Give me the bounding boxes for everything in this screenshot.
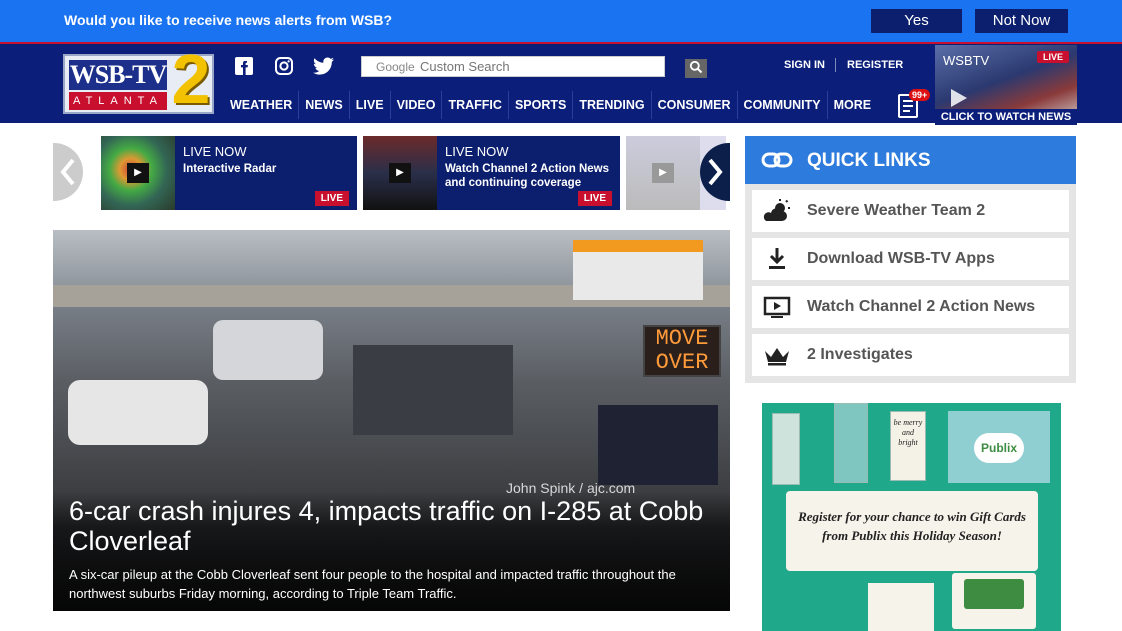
hero-headline[interactable]: 6-car crash injures 4, impacts traffic o… xyxy=(69,496,709,556)
crown-icon xyxy=(762,343,792,367)
register-link[interactable]: REGISTER xyxy=(847,59,903,71)
quick-link-label: Watch Channel 2 Action News xyxy=(807,298,1036,315)
nav-item-community[interactable]: COMMUNITY xyxy=(738,91,828,119)
live-badge: LIVE xyxy=(1036,51,1069,63)
nav-item-live[interactable]: LIVE xyxy=(350,91,391,119)
quick-links-title: QUICK LINKS xyxy=(807,150,931,171)
partial-thumbnail: ▶ xyxy=(626,136,700,210)
play-icon: ▶ xyxy=(127,163,149,183)
ad-headline-card: Register for your chance to win Gift Car… xyxy=(786,491,1038,571)
hero-photo-police-car xyxy=(598,405,718,485)
search-input[interactable] xyxy=(361,56,665,77)
ad-tag-text: be merry and bright xyxy=(893,418,923,447)
hero-story[interactable]: MOVE OVER John Spink / ajc.com 6-car cra… xyxy=(53,230,730,611)
nav-item-weather[interactable]: WEATHER xyxy=(224,91,300,119)
alert-not-now-button[interactable]: Not Now xyxy=(975,9,1068,33)
ad-gift-card xyxy=(952,573,1036,629)
carousel-item-watch-news[interactable]: ▶ LIVE NOW Watch Channel 2 Action News a… xyxy=(363,136,620,210)
publix-advertisement[interactable]: be merry and bright Publix Register for … xyxy=(762,403,1061,631)
weather-icon xyxy=(762,199,792,223)
quick-link-label: Severe Weather Team 2 xyxy=(807,202,986,219)
nav-item-consumer[interactable]: CONSUMER xyxy=(652,91,738,119)
quick-links-panel: QUICK LINKS Severe Weather Team 2 Downlo… xyxy=(745,136,1076,383)
nav-item-video[interactable]: VIDEO xyxy=(391,91,443,119)
play-icon: ▶ xyxy=(652,163,674,183)
ad-headline: Register for your chance to win Gift Car… xyxy=(798,509,1026,543)
nav-item-sports[interactable]: SPORTS xyxy=(509,91,574,119)
carousel-status: LIVE NOW xyxy=(445,144,509,159)
newsroom-thumbnail: ▶ xyxy=(363,136,437,210)
main-nav: WEATHER NEWS LIVE VIDEO TRAFFIC SPORTS T… xyxy=(224,91,877,119)
quick-link-severe-weather[interactable]: Severe Weather Team 2 xyxy=(752,190,1069,232)
quick-link-watch-news[interactable]: Watch Channel 2 Action News xyxy=(752,286,1069,328)
nav-item-more[interactable]: MORE xyxy=(828,91,878,119)
carousel-title: Interactive Radar xyxy=(183,163,277,175)
twitter-icon[interactable] xyxy=(313,56,335,78)
ad-ornament-tag xyxy=(834,403,868,483)
search-icon xyxy=(689,60,703,74)
carousel-status: LIVE NOW xyxy=(183,144,247,159)
live-promo-cta: CLICK TO WATCH NEWS xyxy=(935,109,1077,125)
quick-link-label: Download WSB-TV Apps xyxy=(807,250,995,267)
nav-item-traffic[interactable]: TRAFFIC xyxy=(442,91,509,119)
download-icon xyxy=(762,247,792,271)
instagram-icon[interactable] xyxy=(273,56,295,78)
carousel-title: Watch Channel 2 Action News and continui… xyxy=(445,163,610,189)
ad-merry-tag: be merry and bright xyxy=(890,411,926,481)
quick-link-2-investigates[interactable]: 2 Investigates xyxy=(752,334,1069,376)
hero-message-sign: MOVE OVER xyxy=(643,325,721,377)
quick-link-download-apps[interactable]: Download WSB-TV Apps xyxy=(752,238,1069,280)
sign-in-link[interactable]: SIGN IN xyxy=(784,59,825,71)
wsbtv-logo[interactable]: WSB-TV ATLANTA 2 xyxy=(63,44,214,114)
hero-photo-truck xyxy=(573,240,703,300)
divider xyxy=(835,58,836,72)
hero-photo-car xyxy=(213,320,323,380)
hero-summary: A six-car pileup at the Cobb Cloverleaf … xyxy=(69,567,676,601)
notification-count-badge: 99+ xyxy=(909,89,931,101)
nav-item-news[interactable]: NEWS xyxy=(299,91,350,119)
logo-wordmark: WSB-TV xyxy=(69,60,167,90)
quick-links-header: QUICK LINKS xyxy=(745,136,1076,184)
chevron-right-icon xyxy=(708,158,723,186)
live-badge: LIVE xyxy=(577,191,612,206)
play-icon xyxy=(951,89,967,107)
nav-item-trending[interactable]: TRENDING xyxy=(573,91,652,119)
logo-city: ATLANTA xyxy=(69,92,167,110)
logo-channel-number: 2 xyxy=(171,40,211,118)
ad-publix-tag: Publix xyxy=(948,411,1050,483)
alert-yes-button[interactable]: Yes xyxy=(871,9,962,33)
hero-photo-tow-truck xyxy=(353,345,513,435)
radar-thumbnail: ▶ xyxy=(101,136,175,210)
link-icon xyxy=(761,152,793,168)
live-badge: LIVE xyxy=(314,191,349,206)
play-screen-icon xyxy=(762,295,792,319)
play-icon: ▶ xyxy=(389,163,411,183)
carousel-item-radar[interactable]: ▶ LIVE NOW Interactive Radar LIVE xyxy=(101,136,357,210)
facebook-icon[interactable] xyxy=(233,56,255,78)
ad-ornament-tag xyxy=(772,413,800,485)
ad-mug-tag xyxy=(868,583,934,631)
gift-card-image xyxy=(964,579,1024,609)
watch-live-promo[interactable]: WSBTV LIVE CLICK TO WATCH NEWS xyxy=(935,45,1077,125)
news-alert-bar: Would you like to receive news alerts fr… xyxy=(0,0,1122,42)
publix-logo: Publix xyxy=(974,433,1024,463)
live-promo-brand: WSBTV xyxy=(943,53,990,68)
carousel-prev-button[interactable] xyxy=(53,143,83,201)
quick-link-label: 2 Investigates xyxy=(807,346,913,363)
alert-message: Would you like to receive news alerts fr… xyxy=(64,12,393,28)
site-header: WSB-TV ATLANTA 2 Google SIGN IN REGISTER… xyxy=(0,42,1122,125)
search-button[interactable] xyxy=(685,59,707,78)
hero-photo-car xyxy=(68,380,208,445)
chevron-left-icon xyxy=(60,158,75,186)
